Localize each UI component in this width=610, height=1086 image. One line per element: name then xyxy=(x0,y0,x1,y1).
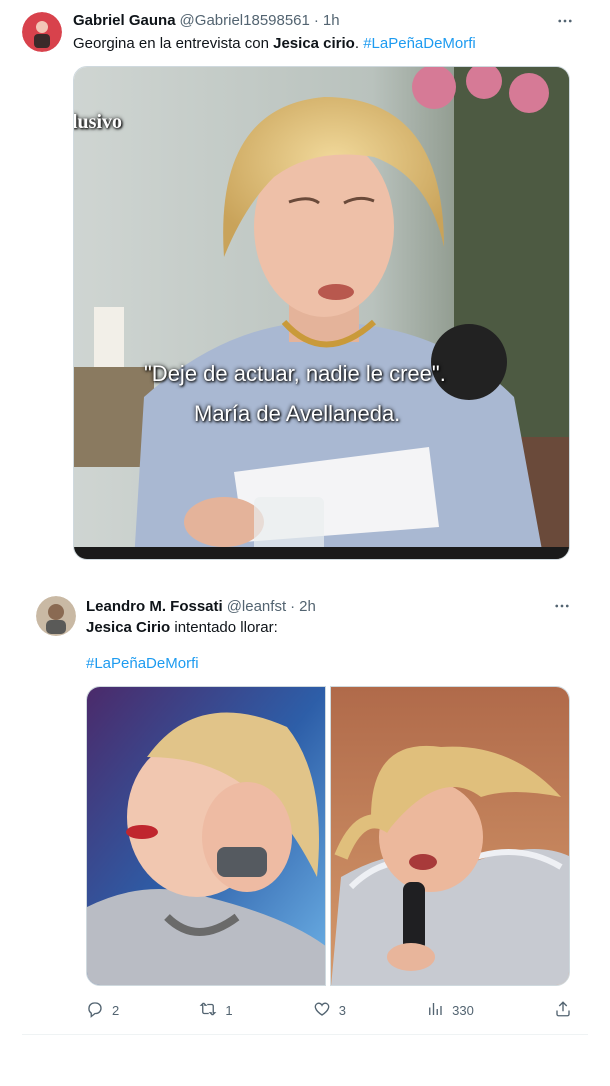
reply-icon xyxy=(86,1000,104,1021)
caption-line1: "Deje de actuar, nadie le cree". xyxy=(144,361,446,386)
timestamp[interactable]: 1h xyxy=(323,12,340,29)
reply-count: 2 xyxy=(112,1002,120,1018)
author-name[interactable]: Gabriel Gauna xyxy=(73,12,176,29)
tweet-text: Georgina en la entrevista con Jesica cir… xyxy=(73,34,476,54)
like-count: 3 xyxy=(338,1002,346,1018)
retweet-icon xyxy=(199,1000,217,1021)
tweet-text: Jesica Cirio intentado llorar: xyxy=(86,618,278,638)
tweet-text-bold: Jesica cirio xyxy=(273,35,355,52)
tweet-text-plain: intentado llorar: xyxy=(170,619,278,636)
tv-interview-image xyxy=(74,67,569,559)
retweet-button[interactable]: 1 xyxy=(199,1000,233,1021)
share-icon xyxy=(554,1000,572,1021)
retweet-count: 1 xyxy=(225,1002,233,1018)
views-icon xyxy=(426,1000,444,1021)
reply-button[interactable]: 2 xyxy=(86,1000,119,1021)
avatar[interactable] xyxy=(36,596,76,636)
heart-icon xyxy=(313,1000,331,1021)
separator-dot: · xyxy=(290,598,296,615)
author-name[interactable]: Leandro M. Fossati xyxy=(86,598,223,615)
like-button[interactable]: 3 xyxy=(313,1000,346,1021)
tweet-image-right[interactable] xyxy=(330,686,570,986)
views-button[interactable]: 330 xyxy=(426,1000,474,1021)
author-handle[interactable]: @leanfst xyxy=(227,598,286,615)
tweet-header: Gabriel Gauna @Gabriel18598561 · 1h xyxy=(73,12,340,29)
timestamp[interactable]: 2h xyxy=(299,598,316,615)
tweet-text-bold: Jesica Cirio xyxy=(86,619,171,636)
more-icon[interactable] xyxy=(552,12,578,32)
tweet-image-left[interactable] xyxy=(86,686,326,986)
crying-photo-left xyxy=(87,687,325,985)
hashtag-link[interactable]: #LaPeñaDeMorfi xyxy=(86,655,199,672)
divider xyxy=(22,1034,588,1035)
tweet-header: Leandro M. Fossati @leanfst · 2h xyxy=(86,598,316,615)
tweet-actions: 2 1 3 330 xyxy=(86,998,572,1022)
views-count: 330 xyxy=(452,1002,474,1018)
caption-line2: María de Avellaneda. xyxy=(194,401,401,426)
crying-photo-right xyxy=(331,687,569,985)
author-handle[interactable]: @Gabriel18598561 xyxy=(180,12,310,29)
tweet-text-plain: Georgina en la entrevista con xyxy=(73,35,274,52)
avatar[interactable] xyxy=(22,12,62,52)
more-icon[interactable] xyxy=(549,597,575,617)
separator-dot: · xyxy=(313,12,319,29)
tweet-image[interactable]: lusivo "Deje de actuar, nadie le cree". … xyxy=(73,66,570,560)
watermark-text: lusivo xyxy=(73,111,123,133)
hashtag-link[interactable]: #LaPeñaDeMorfi xyxy=(363,35,476,52)
share-button[interactable] xyxy=(554,1000,572,1021)
tweet-text-mid: . xyxy=(354,35,364,52)
tweet-hashtag-line: #LaPeñaDeMorfi xyxy=(86,654,199,674)
